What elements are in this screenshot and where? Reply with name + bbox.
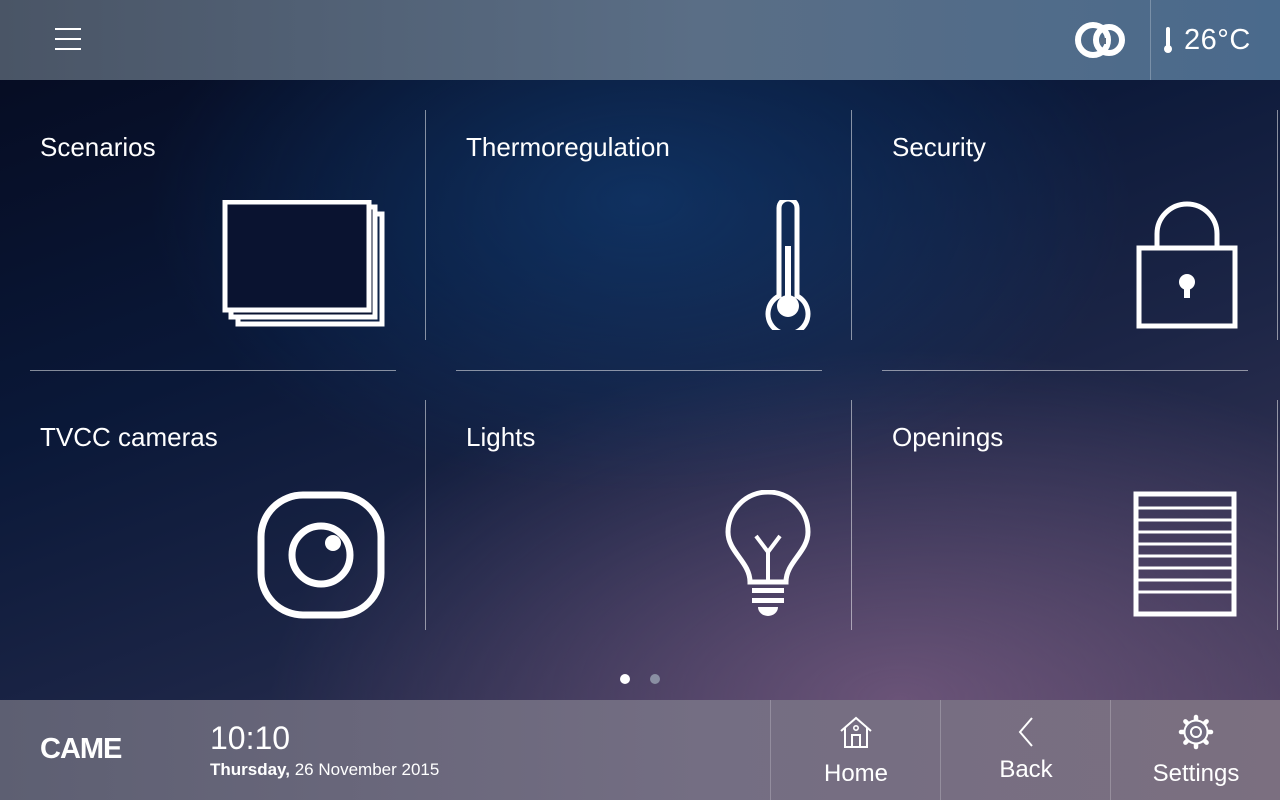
clock-time: 10:10 xyxy=(210,720,291,756)
grid-divider-horizontal xyxy=(30,370,396,371)
hamburger-menu-icon-bar xyxy=(55,48,81,50)
hamburger-menu-icon-bar xyxy=(55,38,81,40)
bottom-bar: CAME 10:10 Thursday, 26 November 2015 Ho… xyxy=(0,700,1280,800)
date-day: Thursday, xyxy=(210,760,290,779)
hamburger-menu-icon xyxy=(55,28,81,30)
tile-label: Scenarios xyxy=(40,132,156,162)
back-label: Back xyxy=(999,756,1053,783)
top-bar-divider xyxy=(1150,0,1151,80)
tile-openings[interactable]: Openings xyxy=(852,400,1278,630)
camera-icon xyxy=(257,491,385,619)
tile-label: Openings xyxy=(892,422,1004,452)
page-indicator xyxy=(615,674,665,686)
tile-scenarios[interactable]: Scenarios xyxy=(0,110,426,340)
settings-button[interactable]: Settings xyxy=(1110,700,1280,800)
tile-lights[interactable]: Lights xyxy=(426,400,852,630)
temperature-display: 26°C xyxy=(1162,18,1251,62)
tile-label: Security xyxy=(892,132,986,162)
brand-logo: CAME xyxy=(40,733,122,765)
grid-divider-horizontal xyxy=(882,370,1248,371)
cloud-link-icon xyxy=(1075,22,1125,58)
cloud-link-button[interactable] xyxy=(1070,16,1132,64)
padlock-icon xyxy=(1136,201,1238,329)
page-dot-active[interactable] xyxy=(620,674,630,684)
tile-label: Thermoregulation xyxy=(466,132,670,162)
tile-label: Lights xyxy=(466,422,536,452)
chevron-left-icon xyxy=(1018,717,1033,747)
tile-tvcc-cameras[interactable]: TVCC cameras xyxy=(0,400,426,630)
settings-label: Settings xyxy=(1152,760,1240,787)
gear-icon xyxy=(1178,714,1213,750)
back-button[interactable]: Back xyxy=(940,700,1110,800)
scenarios-stack-icon xyxy=(222,200,385,327)
thermometer-icon xyxy=(765,200,811,330)
date-text: 26 November 2015 xyxy=(294,760,440,779)
thermometer-icon xyxy=(1164,27,1172,53)
page-dot[interactable] xyxy=(650,674,660,684)
temperature-value: 26°C xyxy=(1184,23,1251,56)
shutter-icon xyxy=(1133,491,1237,617)
menu-button[interactable] xyxy=(50,22,88,58)
tile-security[interactable]: Security xyxy=(852,110,1278,340)
tile-label: TVCC cameras xyxy=(40,422,218,452)
top-bar: 26°C xyxy=(0,0,1280,80)
grid-divider-horizontal xyxy=(456,370,822,371)
home-label: Home xyxy=(823,760,889,787)
date-display: Thursday, 26 November 2015 xyxy=(210,760,439,780)
home-button[interactable]: Home xyxy=(770,700,940,800)
home-icon xyxy=(839,716,872,748)
tile-thermoregulation[interactable]: Thermoregulation xyxy=(426,110,852,340)
lightbulb-icon xyxy=(725,490,811,616)
